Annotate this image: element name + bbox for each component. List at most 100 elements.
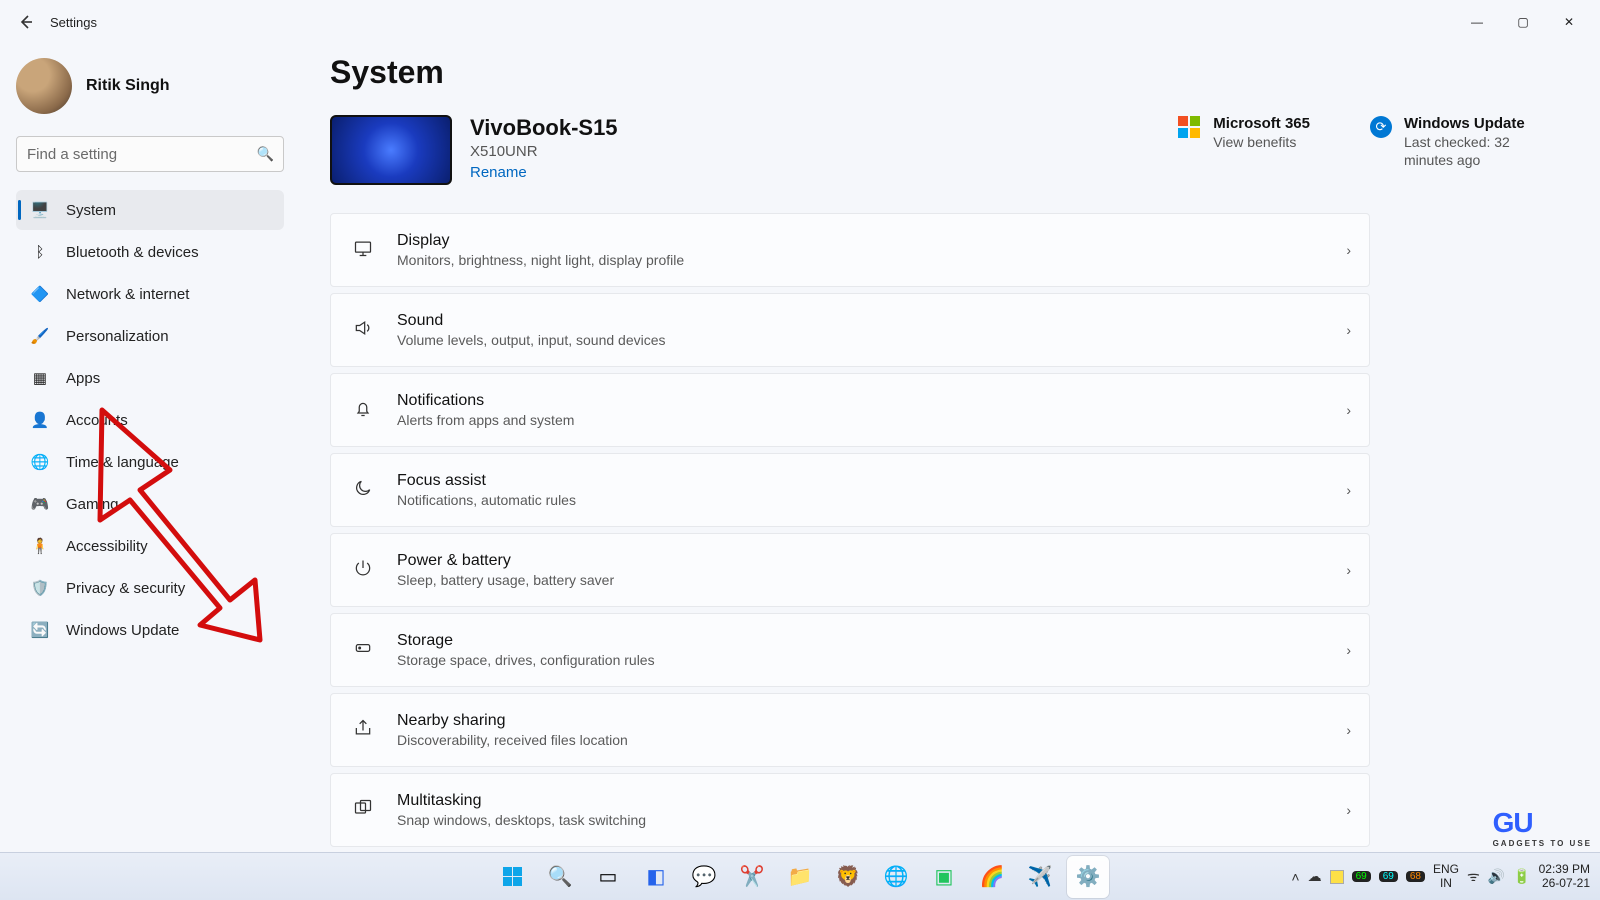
nav-label: Personalization (66, 328, 169, 345)
settings-button[interactable]: ⚙️ (1067, 856, 1109, 898)
m365-title: Microsoft 365 (1213, 115, 1310, 132)
minimize-button[interactable]: — (1454, 6, 1500, 38)
sidebar-item-privacy-security[interactable]: 🛡️Privacy & security (16, 568, 284, 608)
user-account-button[interactable]: Ritik Singh (16, 58, 284, 114)
tray-app-icon[interactable] (1330, 870, 1344, 884)
setting-nearby-sharing[interactable]: Nearby sharing Discoverability, received … (330, 693, 1370, 767)
chevron-right-icon: › (1346, 802, 1351, 818)
nav-icon: 👤 (30, 411, 50, 429)
setting-title: Notifications (397, 392, 574, 410)
sidebar-item-gaming[interactable]: 🎮Gaming (16, 484, 284, 524)
power-icon (349, 558, 377, 583)
setting-subtitle: Sleep, battery usage, battery saver (397, 572, 614, 588)
telegram-button[interactable]: ✈️ (1019, 856, 1061, 898)
folder-icon: 📁 (788, 864, 813, 889)
chrome-button[interactable]: 🌈 (971, 856, 1013, 898)
brave-button[interactable]: 🦁 (827, 856, 869, 898)
setting-subtitle: Discoverability, received files location (397, 732, 628, 748)
back-button[interactable] (8, 4, 44, 40)
taskbar-center: 🔍 ▭ ◧ 💬 ✂️ 📁 🦁 🌐 ▣ 🌈 ✈️ ⚙️ (491, 856, 1109, 898)
sidebar: Ritik Singh 🔍 🖥️SystemᛒBluetooth & devic… (0, 44, 300, 852)
sidebar-item-personalization[interactable]: 🖌️Personalization (16, 316, 284, 356)
start-button[interactable] (491, 856, 533, 898)
setting-focus-assist[interactable]: Focus assistNotifications, automatic rul… (330, 453, 1370, 527)
chevron-right-icon: › (1346, 322, 1351, 338)
microsoft-365-icon (1177, 115, 1201, 139)
nav-label: Windows Update (66, 622, 179, 639)
system-tray: ˄ ☁ 69 69 68 ENG IN ᯤ 🔊 🔋 02:39 PM 26-07… (1291, 863, 1590, 891)
edge-button[interactable]: 🌐 (875, 856, 917, 898)
chevron-right-icon: › (1346, 642, 1351, 658)
nav-label: Apps (66, 370, 100, 387)
gpu-temp-icon[interactable]: 69 (1379, 871, 1398, 882)
setting-notifications[interactable]: NotificationsAlerts from apps and system… (330, 373, 1370, 447)
setting-multitasking[interactable]: Multitasking Snap windows, desktops, task… (330, 773, 1370, 847)
setting-sound[interactable]: SoundVolume levels, output, input, sound… (330, 293, 1370, 367)
device-name: VivoBook-S15 (470, 115, 618, 141)
setting-storage[interactable]: StorageStorage space, drives, configurat… (330, 613, 1370, 687)
rename-link[interactable]: Rename (470, 164, 618, 181)
nav-label: System (66, 202, 116, 219)
setting-title: Multitasking (397, 792, 646, 810)
tray-chevron-icon[interactable]: ˄ (1291, 869, 1299, 885)
window-controls: — ▢ ✕ (1454, 6, 1592, 38)
avatar (16, 58, 72, 114)
setting-power-battery[interactable]: Power & battery Sleep, battery usage, bat… (330, 533, 1370, 607)
spotify-icon: ▣ (935, 864, 954, 889)
maximize-icon: ▢ (1517, 15, 1528, 29)
sidebar-item-time-language[interactable]: 🌐Time & language (16, 442, 284, 482)
search-box[interactable]: 🔍 (16, 136, 284, 172)
sidebar-item-bluetooth-devices[interactable]: ᛒBluetooth & devices (16, 232, 284, 272)
titlebar: Settings — ▢ ✕ (0, 0, 1600, 44)
window-title: Settings (50, 15, 97, 30)
spotify-button[interactable]: ▣ (923, 856, 965, 898)
language-button[interactable]: ENG IN (1433, 863, 1459, 889)
nav-label: Accessibility (66, 538, 148, 555)
storage-icon (349, 638, 377, 663)
teams-button[interactable]: 💬 (683, 856, 725, 898)
sidebar-item-network-internet[interactable]: 🔷Network & internet (16, 274, 284, 314)
maximize-button[interactable]: ▢ (1500, 6, 1546, 38)
sidebar-item-apps[interactable]: ▦Apps (16, 358, 284, 398)
volume-icon[interactable]: 🔊 (1488, 868, 1505, 885)
wifi-icon[interactable]: ᯤ (1467, 867, 1480, 886)
explorer-button[interactable]: 📁 (779, 856, 821, 898)
sidebar-item-windows-update[interactable]: 🔄Windows Update (16, 610, 284, 650)
setting-display[interactable]: DisplayMonitors, brightness, night light… (330, 213, 1370, 287)
display-icon (349, 238, 377, 263)
chevron-right-icon: › (1346, 402, 1351, 418)
share-icon (349, 718, 377, 743)
cpu-temp-icon[interactable]: 69 (1352, 871, 1371, 882)
device-thumbnail[interactable] (330, 115, 452, 185)
battery-icon[interactable]: 🔋 (1513, 868, 1530, 885)
sidebar-item-accessibility[interactable]: 🧍Accessibility (16, 526, 284, 566)
clock-button[interactable]: 02:39 PM 26-07-21 (1539, 863, 1590, 891)
sidebar-item-accounts[interactable]: 👤Accounts (16, 400, 284, 440)
search-icon: 🔍 (548, 864, 573, 889)
search-button[interactable]: 🔍 (539, 856, 581, 898)
mem-icon[interactable]: 68 (1406, 871, 1425, 882)
setting-subtitle: Volume levels, output, input, sound devi… (397, 332, 666, 348)
gear-icon: ⚙️ (1076, 864, 1101, 889)
widgets-button[interactable]: ◧ (635, 856, 677, 898)
setting-title: Power & battery (397, 552, 614, 570)
windows-update-tile[interactable]: ⟳ Windows Update Last checked: 32 minute… (1370, 115, 1560, 169)
microsoft-365-tile[interactable]: Microsoft 365 View benefits (1177, 115, 1310, 152)
moon-icon (349, 478, 377, 503)
setting-subtitle: Snap windows, desktops, task switching (397, 812, 646, 828)
nav-label: Network & internet (66, 286, 189, 303)
wu-title: Windows Update (1404, 115, 1560, 132)
sidebar-item-system[interactable]: 🖥️System (16, 190, 284, 230)
bell-icon (349, 398, 377, 423)
snip-button[interactable]: ✂️ (731, 856, 773, 898)
device-model: X510UNR (470, 143, 618, 160)
page-title: System (330, 54, 1560, 91)
search-input[interactable] (16, 136, 284, 172)
setting-title: Nearby sharing (397, 712, 628, 730)
clock-time: 02:39 PM (1539, 863, 1590, 877)
task-view-button[interactable]: ▭ (587, 856, 629, 898)
multi-icon (349, 798, 377, 823)
onedrive-icon[interactable]: ☁ (1308, 868, 1322, 885)
wu-sub: Last checked: 32 minutes ago (1404, 134, 1560, 169)
close-button[interactable]: ✕ (1546, 6, 1592, 38)
